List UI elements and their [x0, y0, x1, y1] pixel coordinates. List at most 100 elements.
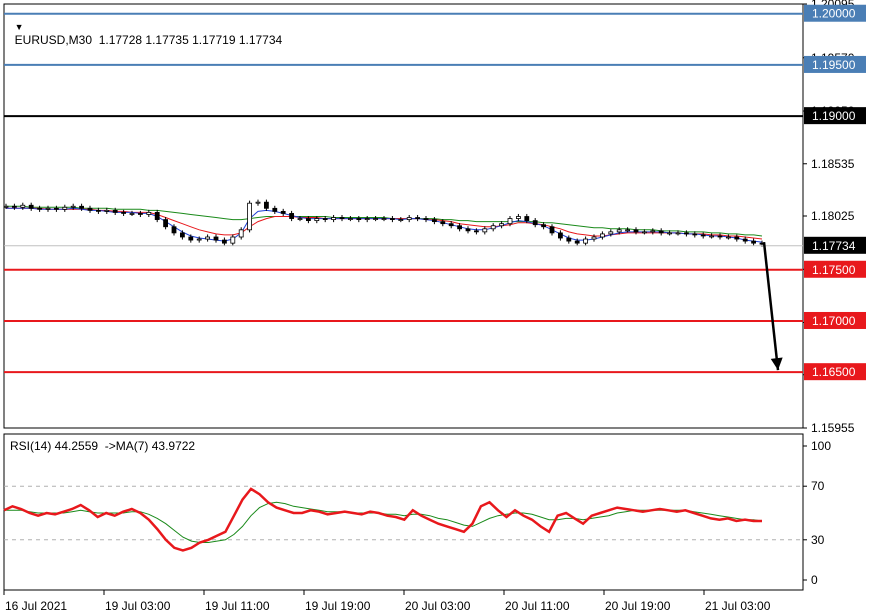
candle-body [179, 232, 185, 238]
candle-body [751, 240, 756, 244]
rsi-tick-label: 100 [811, 439, 831, 453]
candle-body [247, 202, 253, 231]
time-axis: 16 Jul 2021 19 Jul 03:00 19 Jul 11:00 19 Ju… [3, 590, 771, 613]
candle-body [20, 204, 26, 208]
price-tick-label: 1.18535 [811, 157, 855, 171]
candle-body [684, 232, 689, 235]
candle-body [616, 229, 622, 233]
candle-body [280, 210, 286, 214]
rsi-tick-label: 70 [811, 479, 825, 493]
candle-body [96, 209, 101, 212]
price-panel: 1.200951.195701.190501.185351.180251.175… [3, 0, 866, 435]
candle-body [574, 240, 580, 244]
candle-body [163, 219, 169, 228]
candle-body [440, 221, 446, 225]
time-tick-label: 19 Jul 19:00 [305, 599, 371, 613]
candle-body [54, 207, 59, 210]
candle-body [692, 233, 698, 236]
candle-body [87, 207, 93, 211]
candle-body [465, 228, 471, 232]
candle-body [658, 230, 664, 234]
candle-body [600, 233, 605, 238]
candle-body [373, 218, 379, 220]
level-price-label: 1.19500 [812, 58, 856, 72]
candle-body [213, 236, 219, 241]
candle-body [499, 223, 505, 227]
level-price-label: 1.17500 [812, 263, 856, 277]
candle-body [196, 238, 202, 241]
candle-body [3, 205, 9, 208]
candle-body [62, 206, 68, 210]
candle-body [583, 238, 588, 244]
candle-body [263, 201, 269, 209]
candle-body [532, 220, 538, 226]
candle-body [129, 213, 135, 215]
candle-body [297, 218, 303, 220]
candle-body [255, 201, 261, 204]
candle-body [356, 218, 362, 220]
symbol-header[interactable]: ▼ EURUSD,M30 1.17728 1.17735 1.17719 1.1… [8, 5, 283, 47]
candle-body [314, 218, 320, 222]
candle-body [423, 218, 429, 220]
time-tick-label: 19 Jul 03:00 [105, 599, 171, 613]
candle-body [121, 212, 126, 214]
candle-body [221, 239, 227, 244]
candle-body [289, 213, 295, 219]
candle-body [272, 207, 278, 212]
forecast-arrow-shaft [762, 241, 780, 371]
candle-body [154, 212, 160, 220]
candle-body [79, 205, 84, 209]
candle-body [591, 236, 597, 240]
candle-body [322, 218, 328, 220]
level-price-label: 1.19000 [812, 109, 856, 123]
candle-body [364, 218, 370, 220]
candle-body [70, 205, 76, 208]
rsi-header: RSI(14) 44.2559 ->MA(7) 43.9722 [10, 439, 196, 453]
rsi-panel: 100 70 30 0 [3, 433, 831, 591]
candle-body [305, 218, 311, 222]
level-price-label: 1.16500 [812, 365, 856, 379]
candle-body [541, 224, 546, 228]
candle-body [717, 235, 723, 238]
candle-body [566, 237, 572, 242]
chart-canvas: 1.200951.195701.190501.185351.180251.175… [3, 0, 866, 613]
candle-body [642, 231, 647, 234]
candle-body [381, 218, 387, 220]
candle-body [734, 236, 740, 240]
candle-body [398, 219, 404, 221]
candle-body [112, 209, 118, 213]
candle-body [347, 218, 353, 220]
candle-body [633, 229, 639, 233]
rsi-tick-label: 30 [811, 533, 825, 547]
rsi-ma-line [4, 501, 763, 543]
time-tick-label: 20 Jul 03:00 [405, 599, 471, 613]
candle-body [558, 232, 563, 239]
candle-body [507, 218, 513, 225]
time-tick-label: 21 Jul 03:00 [705, 599, 771, 613]
candle-body [726, 236, 731, 239]
price-tick-label: 1.15955 [811, 421, 855, 435]
candle-body [415, 217, 421, 219]
candle-body [700, 234, 706, 237]
candle-body [389, 218, 395, 220]
candle-body [230, 236, 236, 244]
price-tick-label: 1.18025 [811, 209, 855, 223]
level-price-label: 1.17000 [812, 314, 856, 328]
candle-body [331, 217, 337, 220]
candle-body [205, 236, 211, 240]
candle-body [516, 216, 521, 219]
time-tick-label: 19 Jul 11:00 [205, 599, 270, 613]
current-price-label: 1.17734 [812, 239, 856, 253]
candle-body [549, 226, 555, 234]
rsi-line [3, 487, 762, 552]
candle-body [650, 230, 656, 233]
candle-body [406, 217, 412, 220]
rsi-tick-label: 0 [811, 573, 818, 587]
candle-body [431, 219, 437, 223]
dropdown-triangle-icon[interactable]: ▼ [15, 22, 24, 32]
level-price-label: 1.20000 [812, 7, 856, 21]
time-tick-label: 20 Jul 19:00 [605, 599, 671, 613]
candle-body [171, 226, 177, 234]
time-tick-label: 20 Jul 11:00 [505, 599, 570, 613]
candle-body [146, 212, 152, 215]
